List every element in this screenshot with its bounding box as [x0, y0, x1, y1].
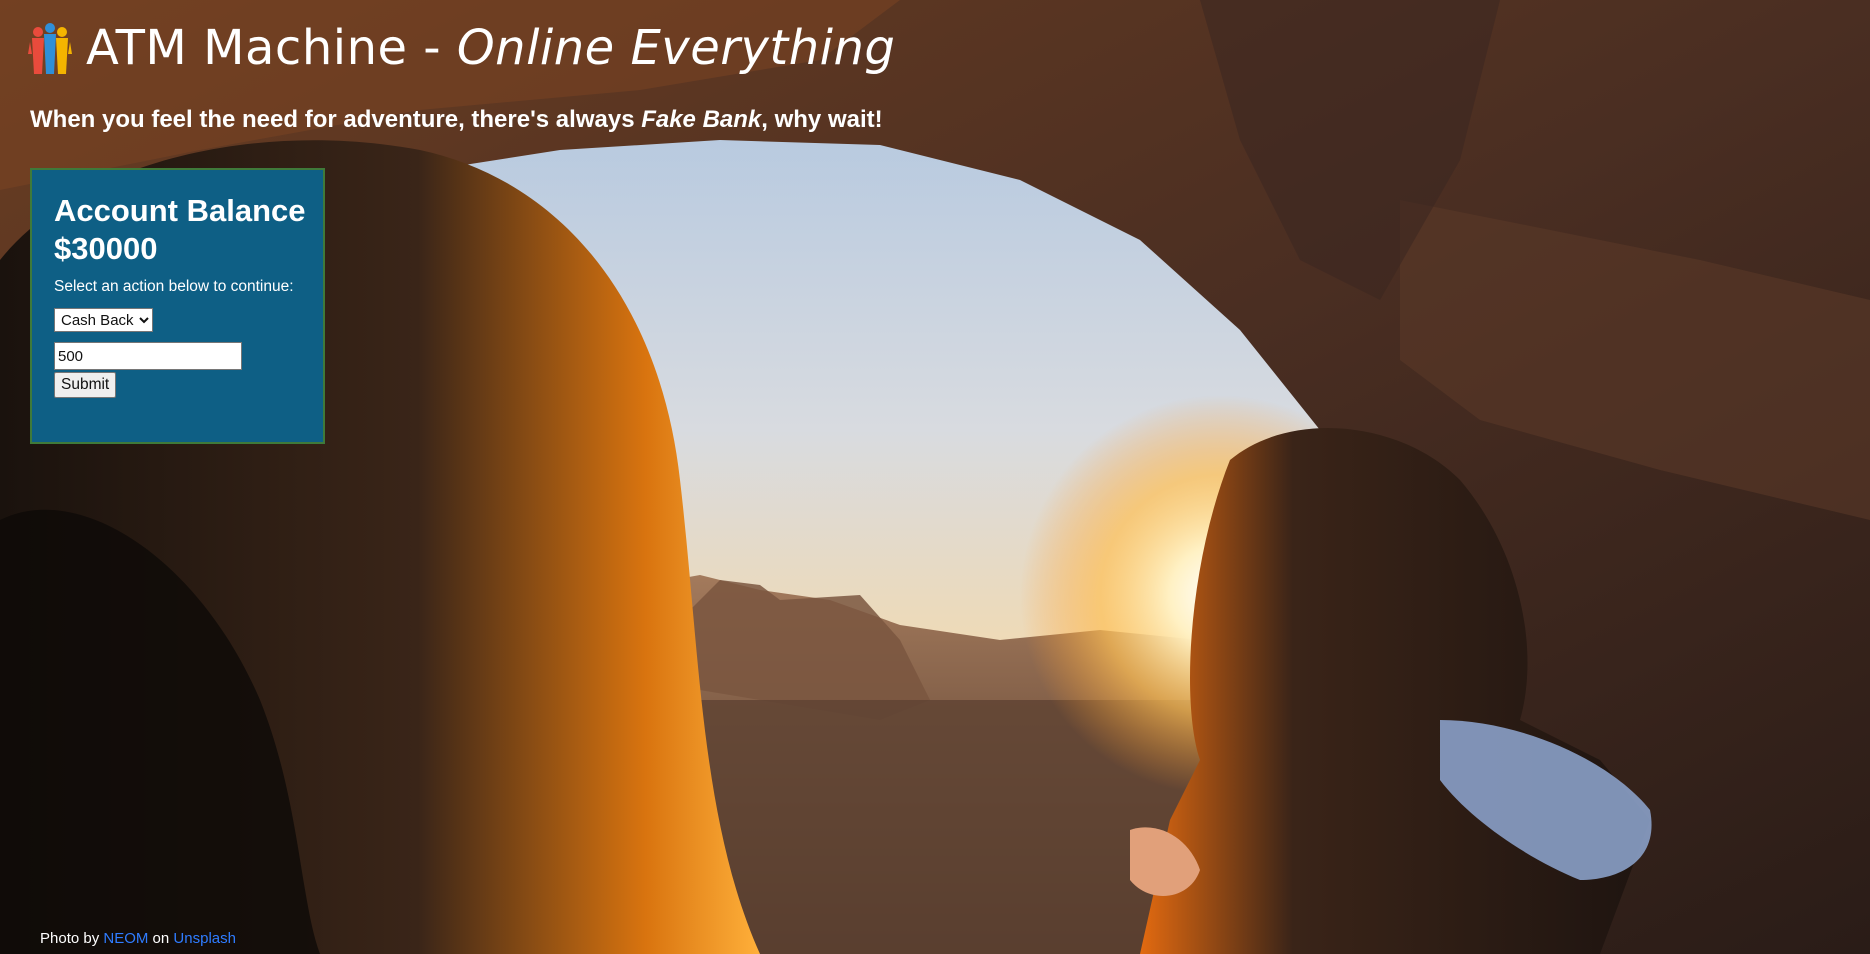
action-prompt: Select an action below to continue: [54, 278, 294, 295]
unsplash-link[interactable]: Unsplash [173, 930, 236, 947]
page-header: ATM Machine - Online Everything [28, 20, 895, 76]
background-photo [0, 0, 1870, 954]
tagline-text-after: , why wait! [761, 106, 883, 133]
tagline-text-before: When you feel the need for adventure, th… [30, 106, 642, 133]
app-title-subtitle: Online Everything [456, 20, 896, 76]
tagline: When you feel the need for adventure, th… [30, 106, 883, 134]
photo-credit: Photo by NEOM on Unsplash [40, 930, 236, 947]
credit-middle: on [148, 930, 174, 947]
people-group-logo-icon [28, 23, 72, 74]
bank-name: Fake Bank [641, 106, 762, 133]
author-link[interactable]: NEOM [103, 930, 148, 947]
submit-button[interactable]: Submit [54, 372, 117, 398]
account-balance-heading: Account Balance $30000 [54, 192, 323, 268]
credit-prefix: Photo by [40, 930, 104, 947]
app-title-main: ATM Machine - [86, 20, 457, 76]
amount-input[interactable] [54, 342, 242, 370]
app-title: ATM Machine - Online Everything [86, 20, 895, 76]
account-balance-amount: $30000 [54, 231, 158, 266]
account-balance-label: Account Balance [54, 193, 306, 228]
action-select[interactable]: Cash Back [54, 308, 153, 332]
account-balance-card: Account Balance $30000 Select an action b… [30, 168, 325, 444]
